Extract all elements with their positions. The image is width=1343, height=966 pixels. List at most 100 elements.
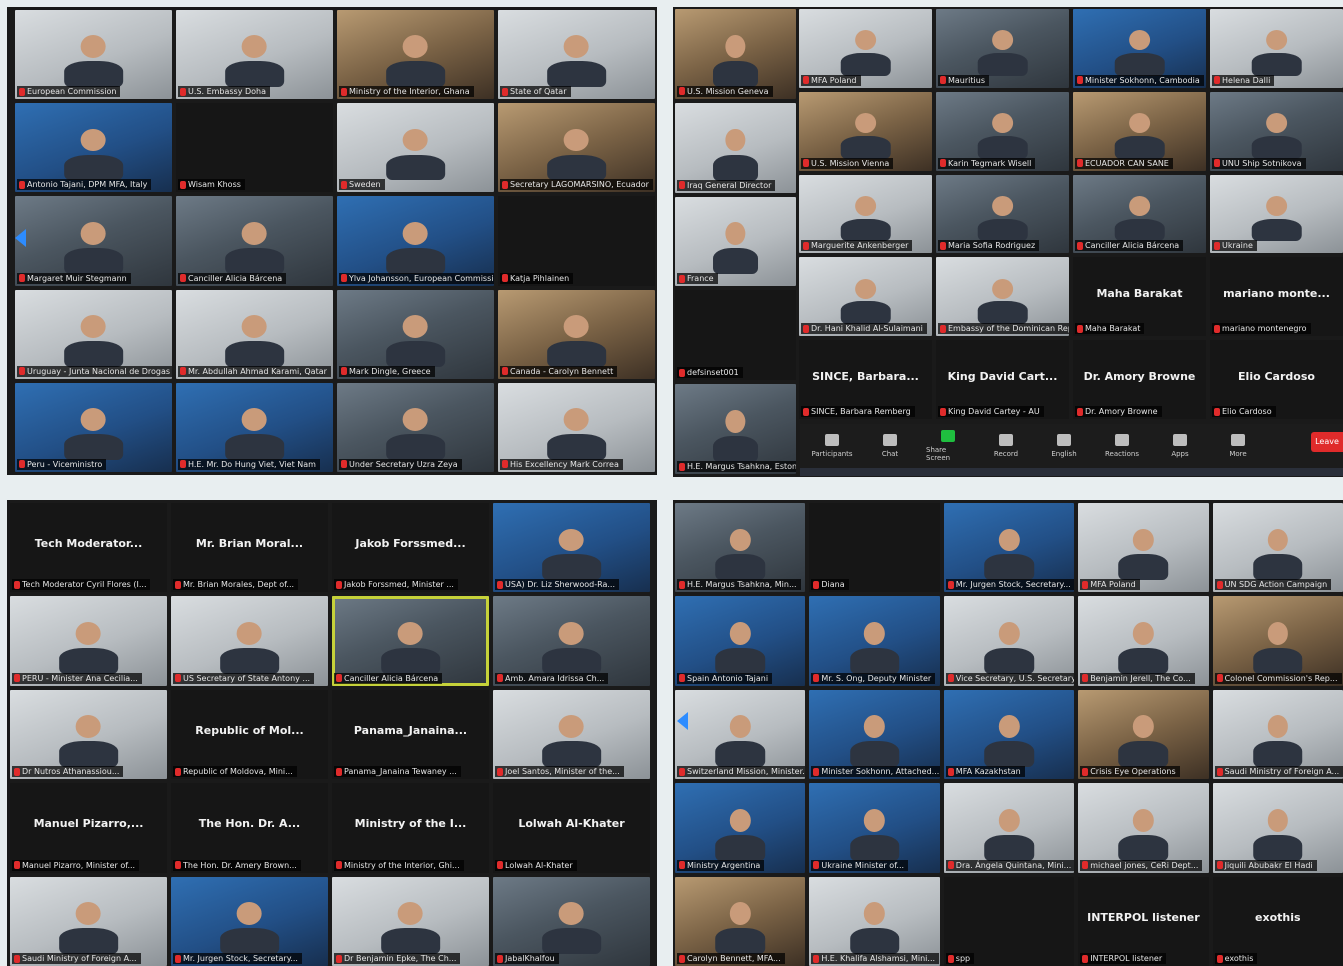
participant-tile[interactable]: michael jones, CeRi Dept...: [1078, 783, 1209, 873]
participant-tile[interactable]: Colonel Commission's Rep...: [1212, 596, 1343, 686]
participant-tile[interactable]: mariano monte... mariano montenegro: [1210, 257, 1343, 337]
participant-tile[interactable]: Joel Santos, Minister of the...: [493, 689, 650, 780]
participant-tile[interactable]: Ministry of the I... Ministry of the Inte…: [332, 783, 489, 873]
participant-tile[interactable]: Maria Sofia Rodriguez: [936, 174, 1069, 254]
participant-tile[interactable]: Saudi Ministry of Foreign A...: [1212, 689, 1343, 780]
participant-tile[interactable]: defsinset001: [675, 290, 796, 381]
participant-tile[interactable]: Mr. Jurgen Stock, Secretary...: [171, 876, 328, 966]
participant-tile[interactable]: Ukraine: [1210, 174, 1343, 254]
participant-tile[interactable]: Canciller Alicia Bárcena: [176, 196, 333, 286]
participant-tile[interactable]: U.S. Mission Vienna: [799, 91, 932, 171]
participant-tile[interactable]: State of Qatar: [498, 10, 655, 100]
participant-tile[interactable]: Spain Antonio Tajani: [675, 596, 806, 686]
participant-tile[interactable]: Panama_Janaina... Panama_Janaina Tewaney …: [332, 689, 489, 780]
toolbar-apps-button[interactable]: Apps: [1158, 434, 1202, 458]
participant-tile[interactable]: USA) Dr. Liz Sherwood-Ra...: [493, 503, 650, 593]
participant-tile[interactable]: Mr. S. Ong, Deputy Minister: [809, 596, 940, 686]
participant-tile[interactable]: H.E. Mr. Do Hung Viet, Viet Nam: [176, 382, 333, 472]
participant-tile[interactable]: Uruguay - Junta Nacional de Drogas: [15, 289, 172, 379]
participant-tile[interactable]: H.E. Margus Tsahkna, Estonia: [675, 384, 796, 474]
participant-tile[interactable]: Ministry of the Interior, Ghana: [337, 10, 494, 100]
participant-tile[interactable]: Dr. Amory Browne Dr. Amory Browne: [1073, 340, 1206, 419]
participant-tile[interactable]: Benjamin Jerell, The Co...: [1078, 596, 1209, 686]
participant-tile[interactable]: Katja Pihlainen: [498, 196, 655, 286]
participant-tile[interactable]: spp: [943, 876, 1075, 966]
participant-tile[interactable]: Carolyn Bennett, MFA...: [675, 876, 806, 966]
participant-tile[interactable]: Ukraine Minister of...: [809, 783, 940, 873]
participant-tile[interactable]: Manuel Pizarro,... Manuel Pizarro, Minist…: [10, 783, 167, 873]
participant-tile[interactable]: UN SDG Action Campaign: [1212, 503, 1343, 593]
participant-tile[interactable]: U.S. Embassy Doha: [176, 10, 333, 100]
participant-tile[interactable]: Karin Tegmark Wisell: [936, 91, 1069, 171]
participant-tile[interactable]: MFA Kazakhstan: [943, 689, 1075, 780]
toolbar-share-screen-button[interactable]: Share Screen: [926, 430, 970, 462]
participant-tile[interactable]: INTERPOL listener INTERPOL listener: [1078, 876, 1209, 966]
participant-tile[interactable]: Lolwah Al-Khater Lolwah Al-Khater: [493, 783, 650, 873]
participant-tile[interactable]: Canciller Alicia Bárcena: [332, 596, 489, 686]
participant-tile[interactable]: Maha Barakat Maha Barakat: [1073, 257, 1206, 337]
leave-button[interactable]: Leave: [1311, 432, 1343, 452]
participant-tile[interactable]: Marguerite Ankenberger: [799, 174, 932, 254]
participant-tile[interactable]: Iraq General Director: [675, 102, 796, 193]
participant-tile[interactable]: US Secretary of State Antony ...: [171, 596, 328, 686]
participant-tile[interactable]: Jiquili Abubakr El Hadi: [1212, 783, 1343, 873]
participant-tile[interactable]: UNU Ship Sotnikova: [1210, 91, 1343, 171]
participant-tile[interactable]: Canciller Alicia Bárcena: [1073, 174, 1206, 254]
participant-tile[interactable]: Ylva Johansson, European Commission: [337, 196, 494, 286]
participant-tile[interactable]: Sweden: [337, 103, 494, 193]
participant-tile[interactable]: His Excellency Mark Correa: [498, 382, 655, 472]
participant-tile[interactable]: Embassy of the Dominican Republic: [936, 257, 1069, 337]
previous-page-arrow-icon[interactable]: [15, 229, 26, 247]
participant-tile[interactable]: Dr Benjamin Epke, The Ch...: [332, 876, 489, 966]
participant-tile[interactable]: Mr. Brian Moral... Mr. Brian Morales, Dep…: [171, 503, 328, 593]
participant-tile[interactable]: PERU - Minister Ana Cecilia...: [10, 596, 167, 686]
toolbar-more-button[interactable]: More: [1216, 434, 1260, 458]
toolbar-participants-button[interactable]: Participants: [810, 434, 854, 458]
toolbar-record-button[interactable]: Record: [984, 434, 1028, 458]
participant-tile[interactable]: European Commission: [15, 10, 172, 100]
participant-tile[interactable]: Tech Moderator... Tech Moderator Cyril Fl…: [10, 503, 167, 593]
participant-tile[interactable]: Diana: [809, 503, 940, 593]
participant-tile[interactable]: ECUADOR CAN SANE: [1073, 91, 1206, 171]
participant-tile[interactable]: Canada - Carolyn Bennett: [498, 289, 655, 379]
previous-page-arrow-icon[interactable]: [677, 712, 688, 730]
participant-tile[interactable]: Jakob Forssmed... Jakob Forssmed, Ministe…: [332, 503, 489, 593]
participant-tile[interactable]: Elio Cardoso Elio Cardoso: [1210, 340, 1343, 419]
participant-tile[interactable]: U.S. Mission Geneva: [675, 9, 796, 99]
participant-tile[interactable]: Dr. Hani Khalid Al-Sulaimani: [799, 257, 932, 337]
participant-tile[interactable]: Saudi Ministry of Foreign A...: [10, 876, 167, 966]
participant-tile[interactable]: Republic of Mol... Republic of Moldova, M…: [171, 689, 328, 780]
participant-tile[interactable]: Helena Dalli: [1210, 9, 1343, 88]
participant-tile[interactable]: Mark Dingle, Greece: [337, 289, 494, 379]
participant-tile[interactable]: H.E. Khalifa Alshamsi, Mini...: [809, 876, 940, 966]
participant-tile[interactable]: Antonio Tajani, DPM MFA, Italy: [15, 103, 172, 193]
participant-tile[interactable]: Peru - Viceministro: [15, 382, 172, 472]
participant-tile[interactable]: Ministry Argentina: [675, 783, 806, 873]
participant-tile[interactable]: JabalKhalfou: [493, 876, 650, 966]
toolbar-reactions-button[interactable]: Reactions: [1100, 434, 1144, 458]
participant-tile[interactable]: Minister Sokhonn, Attached...: [809, 689, 940, 780]
participant-tile[interactable]: Wisam Khoss: [176, 103, 333, 193]
participant-tile[interactable]: exothis exothis: [1212, 876, 1343, 966]
toolbar-english-button[interactable]: English: [1042, 434, 1086, 458]
participant-tile[interactable]: Crisis Eye Operations: [1078, 689, 1209, 780]
participant-tile[interactable]: MFA Poland: [799, 9, 932, 88]
participant-tile[interactable]: Dr Nutros Athanassiou...: [10, 689, 167, 780]
participant-tile[interactable]: Amb. Amara Idrissa Ch...: [493, 596, 650, 686]
participant-tile[interactable]: Margaret Muir Stegmann: [15, 196, 172, 286]
toolbar-chat-button[interactable]: Chat: [868, 434, 912, 458]
participant-tile[interactable]: Under Secretary Uzra Zeya: [337, 382, 494, 472]
participant-tile[interactable]: MFA Poland: [1078, 503, 1209, 593]
participant-tile[interactable]: King David Cart... King David Cartey - AU: [936, 340, 1069, 419]
participant-tile[interactable]: Mr. Abdullah Ahmad Karami, Qatar: [176, 289, 333, 379]
participant-tile[interactable]: Dra. Ángela Quintana, Mini...: [943, 783, 1075, 873]
participant-tile[interactable]: Vice Secretary, U.S. Secretary...: [943, 596, 1075, 686]
participant-tile[interactable]: Mr. Jurgen Stock, Secretary...: [943, 503, 1075, 593]
participant-tile[interactable]: France: [675, 196, 796, 287]
participant-tile[interactable]: Minister Sokhonn, Cambodia: [1073, 9, 1206, 88]
participant-tile[interactable]: Switzerland Mission, Minister...: [675, 689, 806, 780]
participant-tile[interactable]: Secretary LAGOMARSINO, Ecuador: [498, 103, 655, 193]
participant-tile[interactable]: Mauritius: [936, 9, 1069, 88]
participant-tile[interactable]: The Hon. Dr. A... The Hon. Dr. Amery Brow…: [171, 783, 328, 873]
participant-tile[interactable]: SINCE, Barbara... SINCE, Barbara Remberg: [799, 340, 932, 419]
